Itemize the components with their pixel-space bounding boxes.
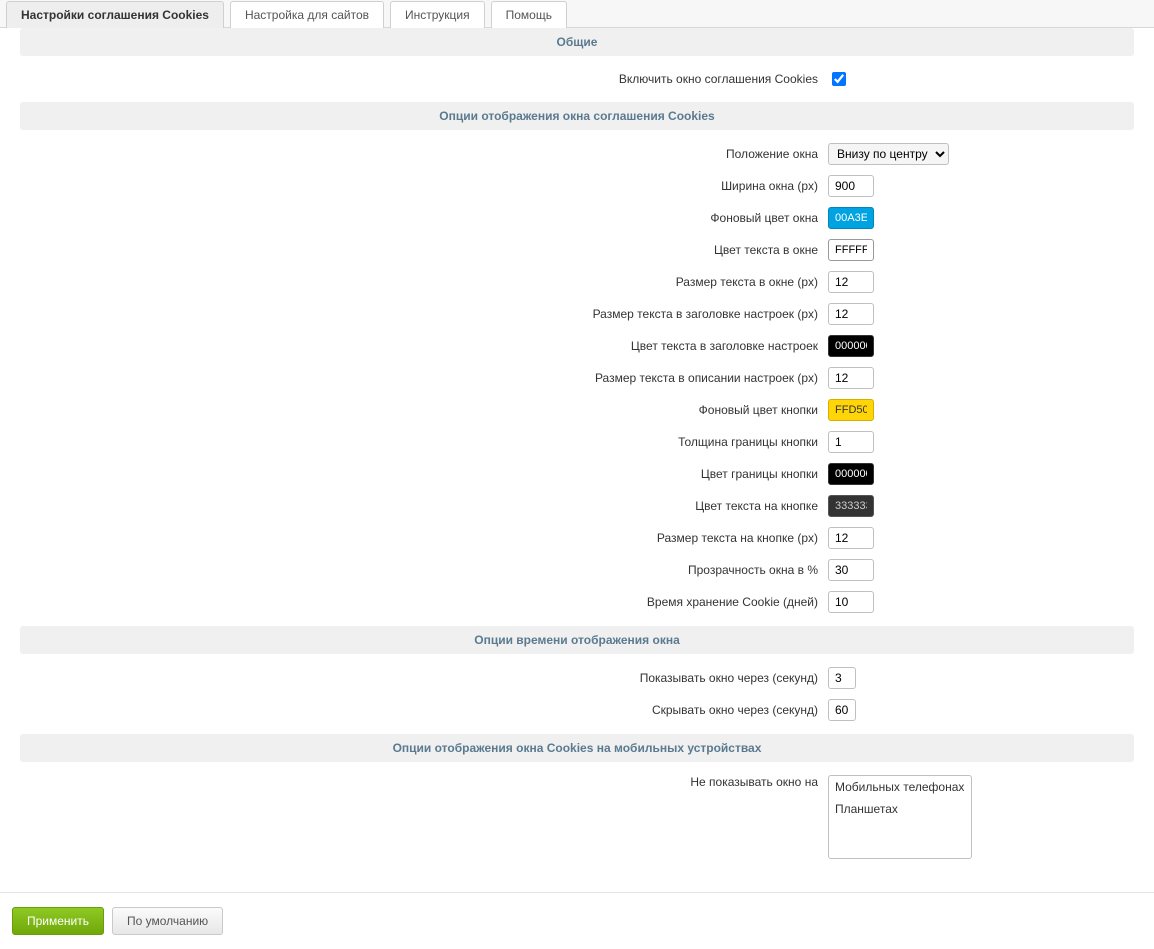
footer-bar: Применить По умолчанию — [0, 892, 1154, 949]
label-header-text-color: Цвет текста в заголовке настроек — [20, 339, 828, 353]
label-btn-bg: Фоновый цвет кнопки — [20, 403, 828, 417]
label-width: Ширина окна (px) — [20, 179, 828, 193]
label-bg-color: Фоновый цвет окна — [20, 211, 828, 225]
input-btn-border-color[interactable] — [828, 463, 874, 485]
section-header-timing: Опции времени отображения окна — [20, 626, 1134, 654]
input-cookie-days[interactable] — [828, 591, 874, 613]
multiselect-hide-on[interactable]: Мобильных телефонах Планшетах — [828, 775, 972, 859]
input-width[interactable] — [828, 175, 874, 197]
multiselect-option-mobile[interactable]: Мобильных телефонах — [829, 776, 971, 798]
input-opacity[interactable] — [828, 559, 874, 581]
input-show-after[interactable] — [828, 667, 856, 689]
tabs-bar: Настройки соглашения Cookies Настройка д… — [0, 0, 1154, 28]
label-btn-border-color: Цвет границы кнопки — [20, 467, 828, 481]
input-btn-text-color[interactable] — [828, 495, 874, 517]
section-header-general: Общие — [20, 28, 1134, 56]
label-position: Положение окна — [20, 147, 828, 161]
label-text-color: Цвет текста в окне — [20, 243, 828, 257]
default-button[interactable]: По умолчанию — [112, 907, 223, 935]
checkbox-enable-cookies[interactable] — [832, 72, 846, 86]
label-btn-text-size: Размер текста на кнопке (px) — [20, 531, 828, 545]
label-header-text-size: Размер текста в заголовке настроек (px) — [20, 307, 828, 321]
tab-cookie-settings[interactable]: Настройки соглашения Cookies — [6, 1, 224, 28]
content-area: Общие Включить окно соглашения Cookies О… — [0, 28, 1154, 892]
tab-instruction[interactable]: Инструкция — [390, 1, 485, 28]
input-header-text-color[interactable] — [828, 335, 874, 357]
label-btn-text-color: Цвет текста на кнопке — [20, 499, 828, 513]
tab-site-settings[interactable]: Настройка для сайтов — [230, 1, 384, 28]
input-header-text-size[interactable] — [828, 303, 874, 325]
input-bg-color[interactable] — [828, 207, 874, 229]
input-btn-border-width[interactable] — [828, 431, 874, 453]
select-position[interactable]: Внизу по центру — [828, 143, 949, 165]
label-btn-border-width: Толщина границы кнопки — [20, 435, 828, 449]
label-cookie-days: Время хранение Cookie (дней) — [20, 595, 828, 609]
tab-help[interactable]: Помощь — [491, 1, 567, 28]
input-btn-bg[interactable] — [828, 399, 874, 421]
input-text-color[interactable] — [828, 239, 874, 261]
label-opacity: Прозрачность окна в % — [20, 563, 828, 577]
label-show-after: Показывать окно через (секунд) — [20, 671, 828, 685]
input-hide-after[interactable] — [828, 699, 856, 721]
input-btn-text-size[interactable] — [828, 527, 874, 549]
multiselect-option-tablet[interactable]: Планшетах — [829, 798, 971, 820]
input-text-size[interactable] — [828, 271, 874, 293]
label-text-size: Размер текста в окне (px) — [20, 275, 828, 289]
label-desc-text-size: Размер текста в описании настроек (px) — [20, 371, 828, 385]
label-hide-on: Не показывать окно на — [20, 775, 828, 789]
label-hide-after: Скрывать окно через (секунд) — [20, 703, 828, 717]
input-desc-text-size[interactable] — [828, 367, 874, 389]
section-header-mobile: Опции отображения окна Cookies на мобиль… — [20, 734, 1134, 762]
apply-button[interactable]: Применить — [12, 907, 104, 935]
section-header-display: Опции отображения окна соглашения Cookie… — [20, 102, 1134, 130]
label-enable-cookies: Включить окно соглашения Cookies — [20, 72, 828, 86]
